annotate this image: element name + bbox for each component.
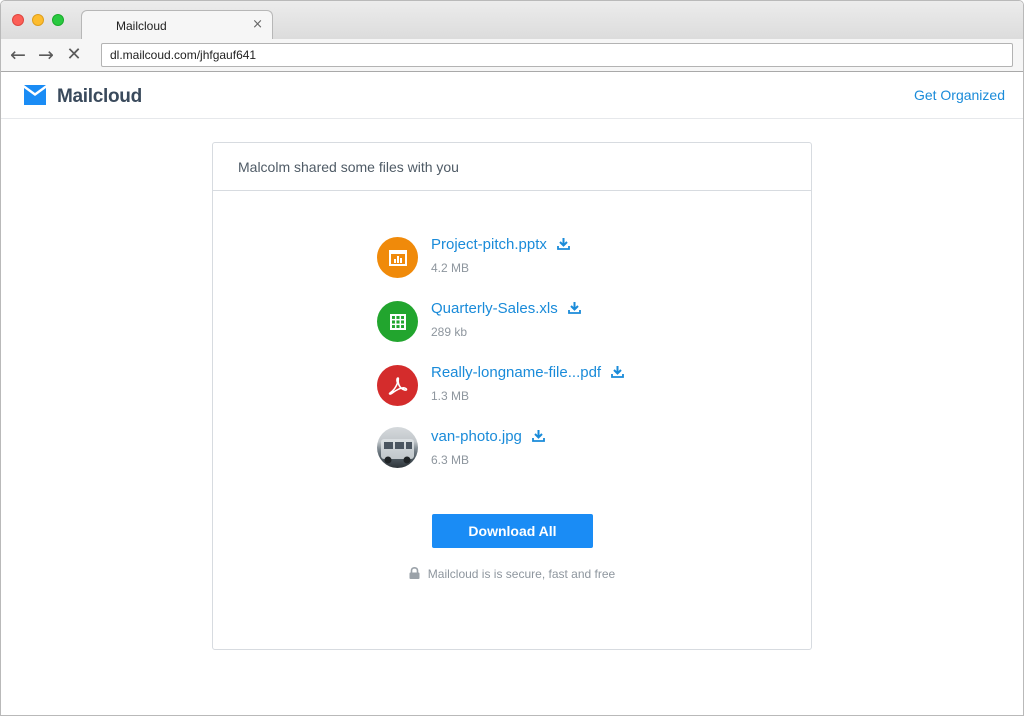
file-name[interactable]: Quarterly-Sales.xls [431, 300, 558, 317]
tab-title: Mailcloud [116, 19, 167, 33]
card-title: Malcolm shared some files with you [213, 143, 811, 191]
app-header: Mailcloud Get Organized [1, 72, 1023, 119]
forward-button[interactable]: → [35, 44, 57, 66]
get-organized-link[interactable]: Get Organized [914, 87, 1005, 103]
file-name[interactable]: van-photo.jpg [431, 428, 522, 445]
photo-thumbnail [377, 427, 418, 468]
file-size: 4.2 MB [431, 261, 470, 275]
security-note: Mailcloud is is secure, fast and free [213, 567, 811, 581]
browser-tab[interactable]: Mailcloud × [81, 10, 273, 40]
pdf-icon [377, 365, 418, 406]
lock-icon [409, 567, 420, 579]
download-icon[interactable] [611, 365, 624, 378]
file-link[interactable]: van-photo.jpg [431, 428, 545, 445]
list-item: van-photo.jpg 6.3 MB [377, 427, 677, 491]
download-icon[interactable] [567, 301, 581, 314]
spreadsheet-icon [377, 301, 418, 342]
back-button[interactable]: ← [7, 44, 29, 66]
list-item: Project-pitch.pptx 4.2 MB [377, 235, 677, 299]
download-icon[interactable] [556, 237, 570, 250]
file-list: Project-pitch.pptx 4.2 MB Quarterly-Sale… [377, 235, 677, 491]
address-bar[interactable]: dl.mailcoud.com/jhfgauf641 [101, 43, 1013, 67]
presentation-icon [377, 237, 418, 278]
file-size: 1.3 MB [431, 389, 470, 403]
download-all-button[interactable]: Download All [432, 514, 593, 548]
close-window-button[interactable] [12, 14, 24, 26]
zoom-window-button[interactable] [52, 14, 64, 26]
file-size: 6.3 MB [431, 453, 470, 467]
security-note-text: Mailcloud is is secure, fast and free [427, 567, 616, 581]
file-name[interactable]: Really-longname-file...pdf [431, 364, 601, 381]
minimize-window-button[interactable] [32, 14, 44, 26]
browser-toolbar: ← → ✕ dl.mailcoud.com/jhfgauf641 [1, 39, 1023, 72]
brand-name[interactable]: Mailcloud [57, 86, 142, 108]
file-name[interactable]: Project-pitch.pptx [431, 236, 547, 253]
file-link[interactable]: Quarterly-Sales.xls [431, 300, 581, 317]
file-link[interactable]: Project-pitch.pptx [431, 236, 570, 253]
file-link[interactable]: Really-longname-file...pdf [431, 364, 624, 381]
shared-files-card: Malcolm shared some files with you Proje… [212, 142, 812, 650]
list-item: Really-longname-file...pdf 1.3 MB [377, 363, 677, 427]
mailcloud-logo-icon [24, 85, 46, 105]
browser-window: Mailcloud × ← → ✕ dl.mailcoud.com/jhfgau… [0, 0, 1024, 716]
title-bar: Mailcloud × [1, 1, 1023, 40]
stop-loading-button[interactable]: ✕ [63, 44, 85, 66]
download-icon[interactable] [532, 429, 545, 442]
list-item: Quarterly-Sales.xls 289 kb [377, 299, 677, 363]
tab-close-icon[interactable]: × [252, 17, 263, 32]
file-size: 289 kb [431, 325, 468, 339]
